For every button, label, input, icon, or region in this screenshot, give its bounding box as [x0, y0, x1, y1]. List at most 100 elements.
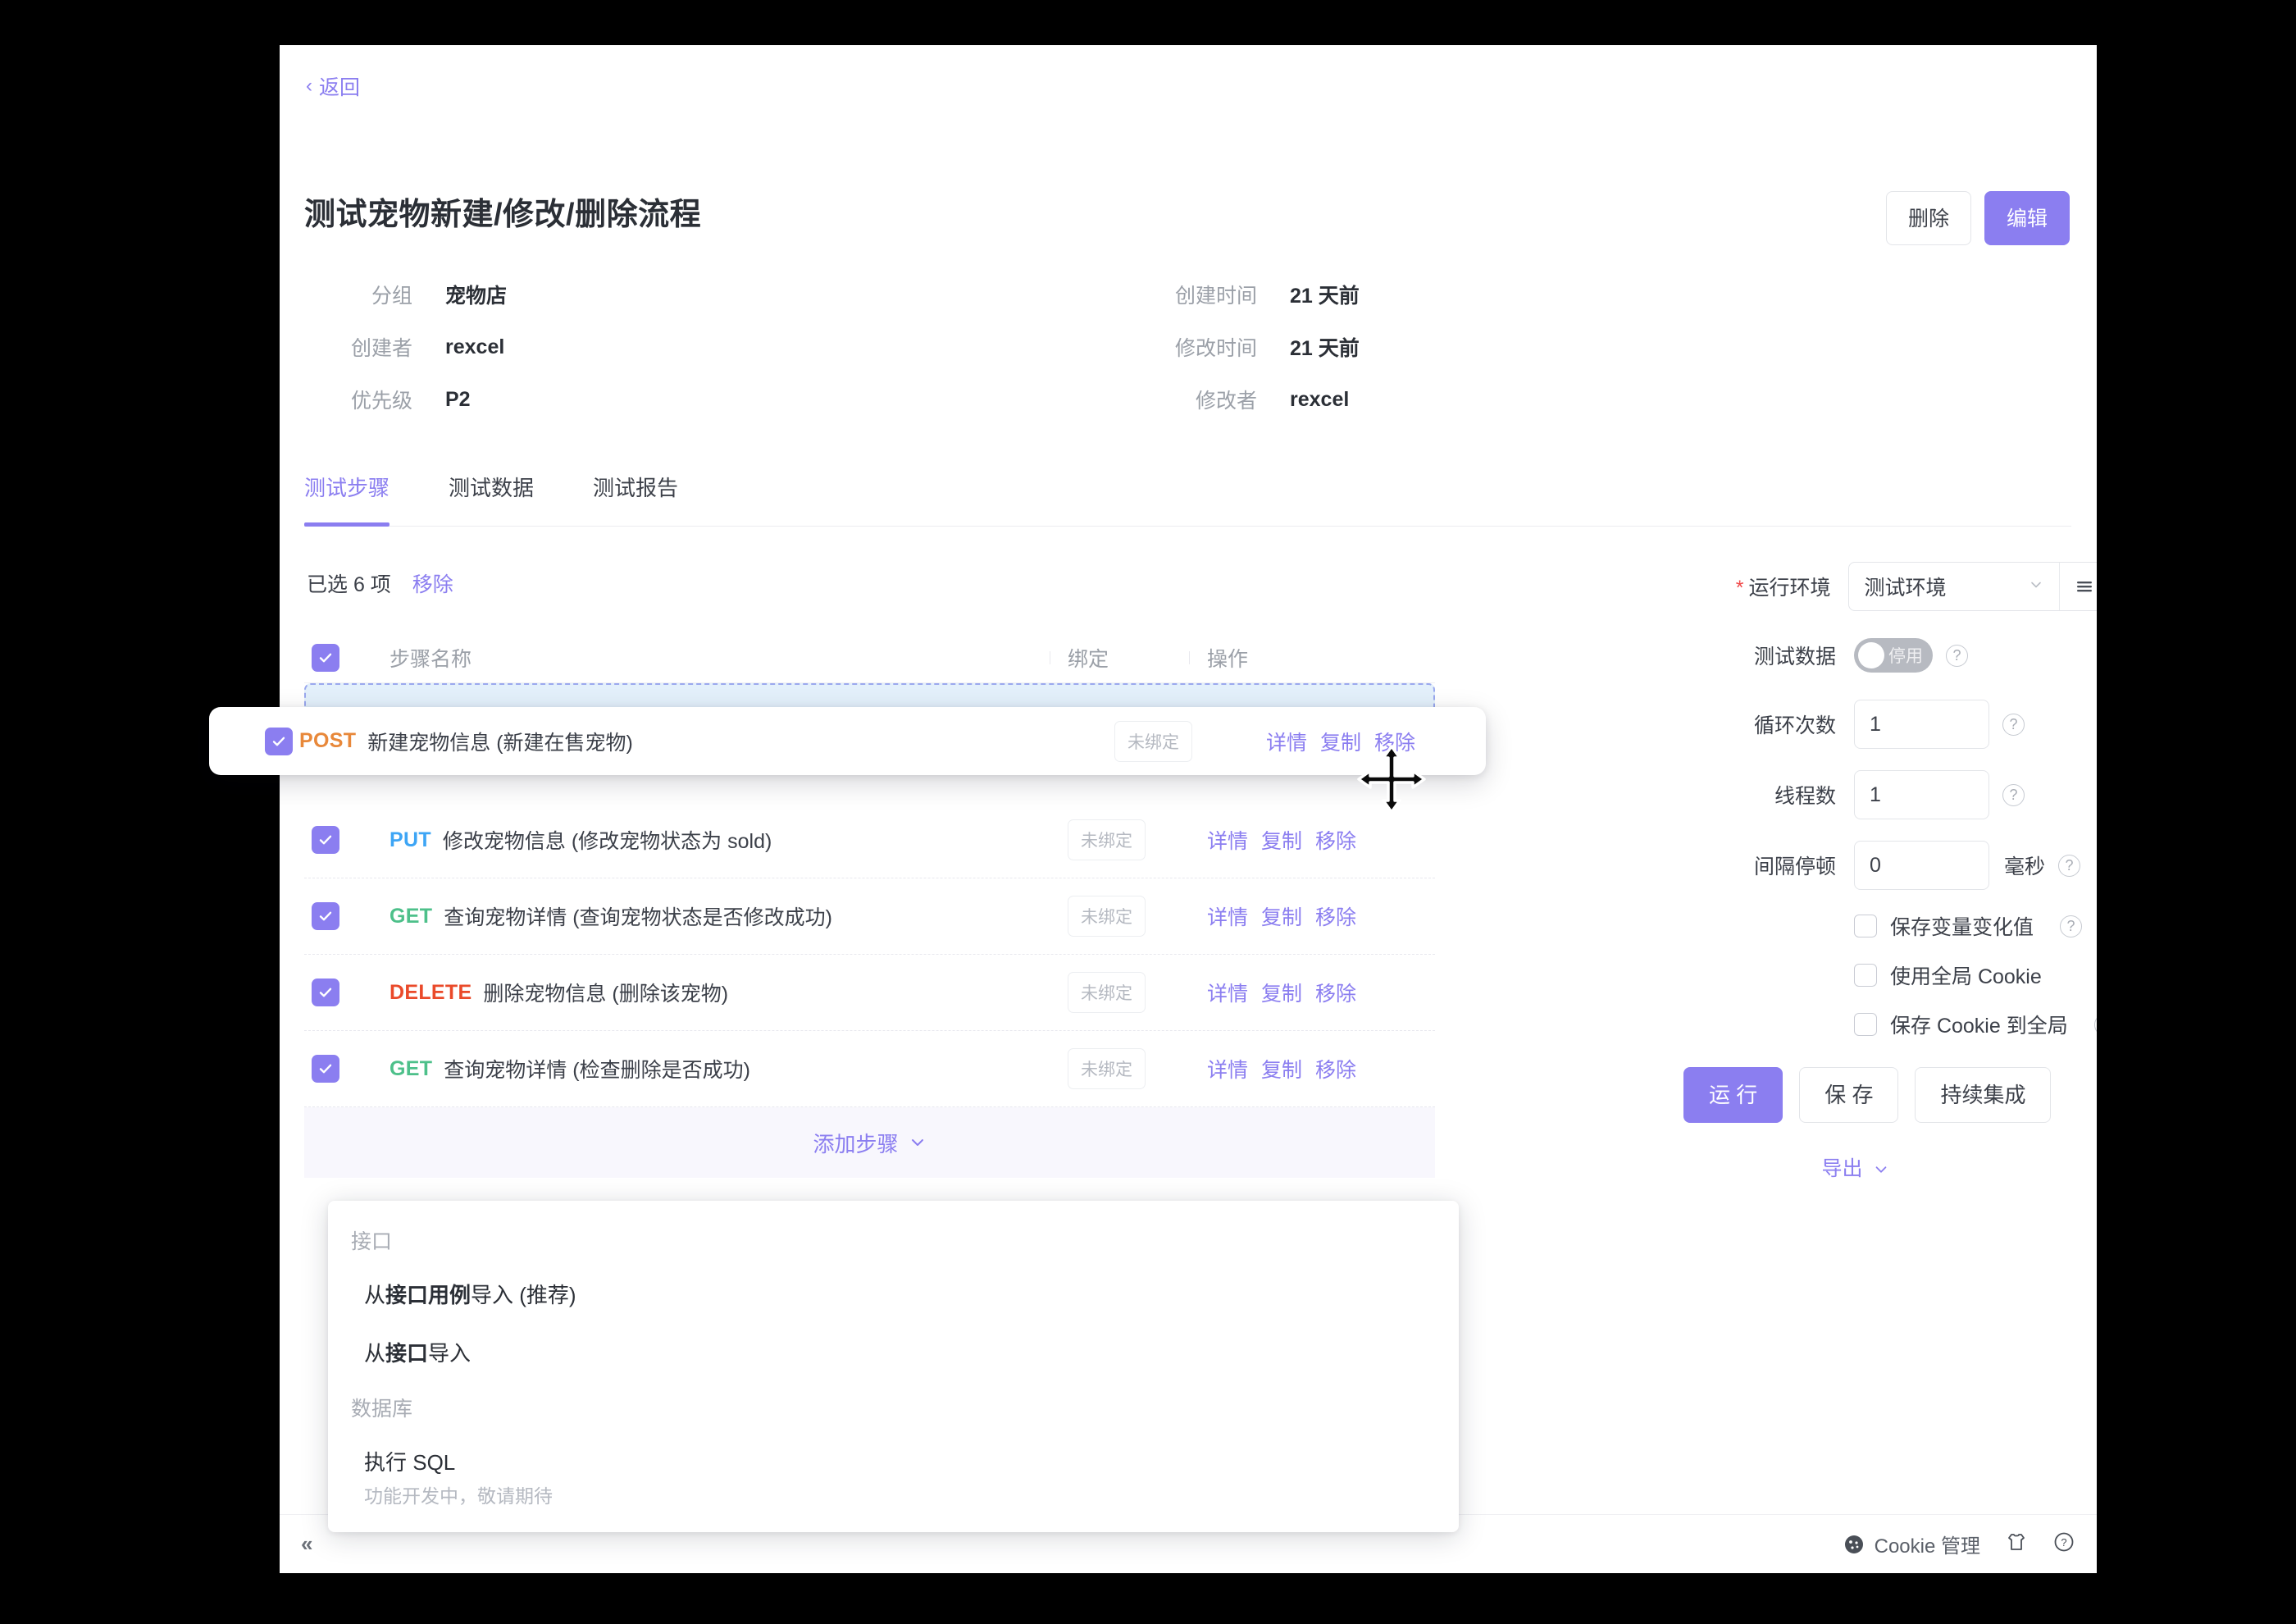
- tab-bar: 测试步骤 测试数据 测试报告: [304, 472, 2071, 527]
- menu-item-prefix: 从: [364, 1341, 385, 1366]
- collapse-left-icon[interactable]: «: [301, 1531, 311, 1557]
- select-all-checkbox[interactable]: [312, 644, 339, 672]
- column-header-name: 步骤名称: [390, 643, 472, 673]
- detail-link[interactable]: 详情: [1207, 825, 1248, 855]
- column-header-ops-cell: 操作: [1189, 643, 1435, 673]
- detail-link[interactable]: 详情: [1207, 901, 1248, 931]
- remove-link[interactable]: 移除: [1315, 978, 1356, 1007]
- toggle-state-label: 停用: [1888, 643, 1923, 668]
- help-circle-icon[interactable]: ?: [2052, 1530, 2075, 1558]
- status-badge: 未绑定: [1068, 896, 1146, 937]
- help-circle-icon[interactable]: ?: [2060, 915, 2082, 937]
- row-bind-cell: 未绑定: [1050, 819, 1189, 860]
- save-cookie-global-row: 保存 Cookie 到全局 ?: [1854, 1010, 2097, 1039]
- ci-button[interactable]: 持续集成: [1915, 1067, 2051, 1123]
- table-row[interactable]: GET 查询宠物详情 (查询宠物状态是否修改成功) 未绑定 详情 复制 移除: [304, 878, 1435, 955]
- row-ops-cell: 详情 复制 移除: [1189, 978, 1435, 1007]
- help-circle-icon[interactable]: ?: [1946, 645, 1968, 667]
- required-star-icon: *: [1736, 577, 1744, 600]
- http-method-label: DELETE: [390, 981, 472, 1005]
- row-select-cell: [304, 826, 357, 854]
- table-row[interactable]: PUT 修改宠物信息 (修改宠物状态为 sold) 未绑定 详情 复制 移除: [304, 802, 1435, 878]
- chevron-left-icon: ‹: [306, 76, 312, 96]
- copy-link[interactable]: 复制: [1261, 978, 1302, 1007]
- env-select[interactable]: 测试环境: [1849, 563, 2059, 610]
- meta-label: 优先级: [304, 385, 412, 414]
- cookie-manager-button[interactable]: Cookie 管理: [1843, 1530, 1980, 1558]
- loop-count-input[interactable]: [1854, 700, 1989, 749]
- delete-button[interactable]: 删除: [1886, 191, 1971, 245]
- table-row[interactable]: DELETE 删除宠物信息 (删除该宠物) 未绑定 详情 复制 移除: [304, 955, 1435, 1031]
- step-name-label: 查询宠物详情 (检查删除是否成功): [444, 1054, 750, 1083]
- remove-link[interactable]: 移除: [1374, 727, 1415, 756]
- meta-grid: 分组 宠物店 创建时间 21 天前 创建者 rexcel 修改时间 21 天前: [304, 268, 1633, 426]
- row-name-cell: GET 查询宠物详情 (检查删除是否成功): [357, 1054, 1050, 1083]
- row-checkbox[interactable]: [312, 979, 339, 1006]
- save-cookie-global-checkbox[interactable]: [1854, 1013, 1877, 1036]
- theme-shirt-icon[interactable]: [2005, 1530, 2028, 1558]
- copy-link[interactable]: 复制: [1261, 901, 1302, 931]
- row-select-cell: [304, 979, 357, 1006]
- save-button[interactable]: 保 存: [1799, 1067, 1898, 1123]
- row-checkbox[interactable]: [265, 728, 293, 755]
- back-link[interactable]: ‹ 返回: [306, 71, 360, 101]
- help-circle-icon[interactable]: ?: [2058, 855, 2080, 877]
- menu-item-title: 执行 SQL: [364, 1448, 1436, 1477]
- row-checkbox[interactable]: [312, 1055, 339, 1083]
- remove-link[interactable]: 移除: [1315, 825, 1356, 855]
- thread-row: 线程数 ?: [1683, 770, 2097, 819]
- row-bind-cell: 未绑定: [1096, 721, 1248, 762]
- row-checkbox[interactable]: [312, 826, 339, 854]
- copy-link[interactable]: 复制: [1261, 1054, 1302, 1083]
- meta-label: 修改者: [1149, 385, 1257, 414]
- env-manage-button[interactable]: [2059, 563, 2097, 610]
- save-variable-label: 保存变量变化值: [1890, 911, 2034, 941]
- copy-link[interactable]: 复制: [1261, 825, 1302, 855]
- testdata-toggle[interactable]: 停用: [1854, 638, 1933, 673]
- add-step-menu: 接口 从接口用例导入 (推荐) 从接口导入 数据库 执行 SQL 功能开发中，敬…: [328, 1201, 1459, 1532]
- remove-selected-link[interactable]: 移除: [412, 568, 453, 598]
- menu-item-strong: 接口用例: [385, 1283, 471, 1307]
- menu-item-execute-sql[interactable]: 执行 SQL 功能开发中，敬请期待: [328, 1434, 1459, 1524]
- use-global-cookie-checkbox[interactable]: [1854, 964, 1877, 987]
- row-checkbox[interactable]: [312, 902, 339, 930]
- save-variable-checkbox[interactable]: [1854, 915, 1877, 937]
- meta-col-right: 创建时间 21 天前: [1149, 280, 1360, 309]
- tab-test-report[interactable]: 测试报告: [593, 472, 703, 526]
- detail-link[interactable]: 详情: [1207, 1054, 1248, 1083]
- help-circle-icon[interactable]: ?: [2094, 1014, 2097, 1036]
- help-circle-icon[interactable]: ?: [2002, 784, 2025, 806]
- detail-link[interactable]: 详情: [1207, 978, 1248, 1007]
- column-header-name-cell: 步骤名称: [357, 643, 1050, 673]
- loop-label: 循环次数: [1683, 709, 1854, 739]
- dragged-step-row[interactable]: POST 新建宠物信息 (新建在售宠物) 未绑定 详情 复制 移除: [209, 707, 1486, 775]
- use-global-cookie-label: 使用全局 Cookie: [1890, 960, 2042, 990]
- env-label-wrap: *运行环境: [1683, 572, 1848, 601]
- interval-input[interactable]: [1854, 841, 1989, 890]
- step-name-label: 修改宠物信息 (修改宠物状态为 sold): [443, 825, 772, 855]
- menu-item-import-from-api-case[interactable]: 从接口用例导入 (推荐): [328, 1266, 1459, 1325]
- thread-count-input[interactable]: [1854, 770, 1989, 819]
- tab-test-data[interactable]: 测试数据: [449, 472, 558, 526]
- export-dropdown[interactable]: 导出: [1683, 1152, 2028, 1182]
- copy-link[interactable]: 复制: [1320, 727, 1361, 756]
- help-circle-icon[interactable]: ?: [2002, 714, 2025, 736]
- toggle-knob: [1858, 642, 1884, 668]
- menu-item-import-from-api[interactable]: 从接口导入: [328, 1325, 1459, 1383]
- run-button[interactable]: 运 行: [1683, 1067, 1783, 1123]
- env-row: *运行环境 测试环境: [1683, 562, 2097, 611]
- config-action-buttons: 运 行 保 存 持续集成: [1683, 1067, 2097, 1123]
- remove-link[interactable]: 移除: [1315, 1054, 1356, 1083]
- detail-link[interactable]: 详情: [1266, 727, 1307, 756]
- meta-row: 分组 宠物店 创建时间 21 天前: [304, 268, 1633, 321]
- selection-bar: 已选 6 项 移除: [304, 562, 1435, 604]
- edit-button[interactable]: 编辑: [1984, 191, 2070, 245]
- table-row[interactable]: GET 查询宠物详情 (检查删除是否成功) 未绑定 详情 复制 移除: [304, 1031, 1435, 1107]
- tab-test-steps[interactable]: 测试步骤: [304, 472, 414, 526]
- add-step-label: 添加步骤: [813, 1128, 898, 1158]
- add-step-button[interactable]: 添加步骤: [304, 1107, 1435, 1178]
- step-name-label: 新建宠物信息 (新建在售宠物): [367, 727, 633, 756]
- meta-label: 创建者: [304, 332, 412, 362]
- remove-link[interactable]: 移除: [1315, 901, 1356, 931]
- chevron-down-icon: [2028, 577, 2044, 596]
